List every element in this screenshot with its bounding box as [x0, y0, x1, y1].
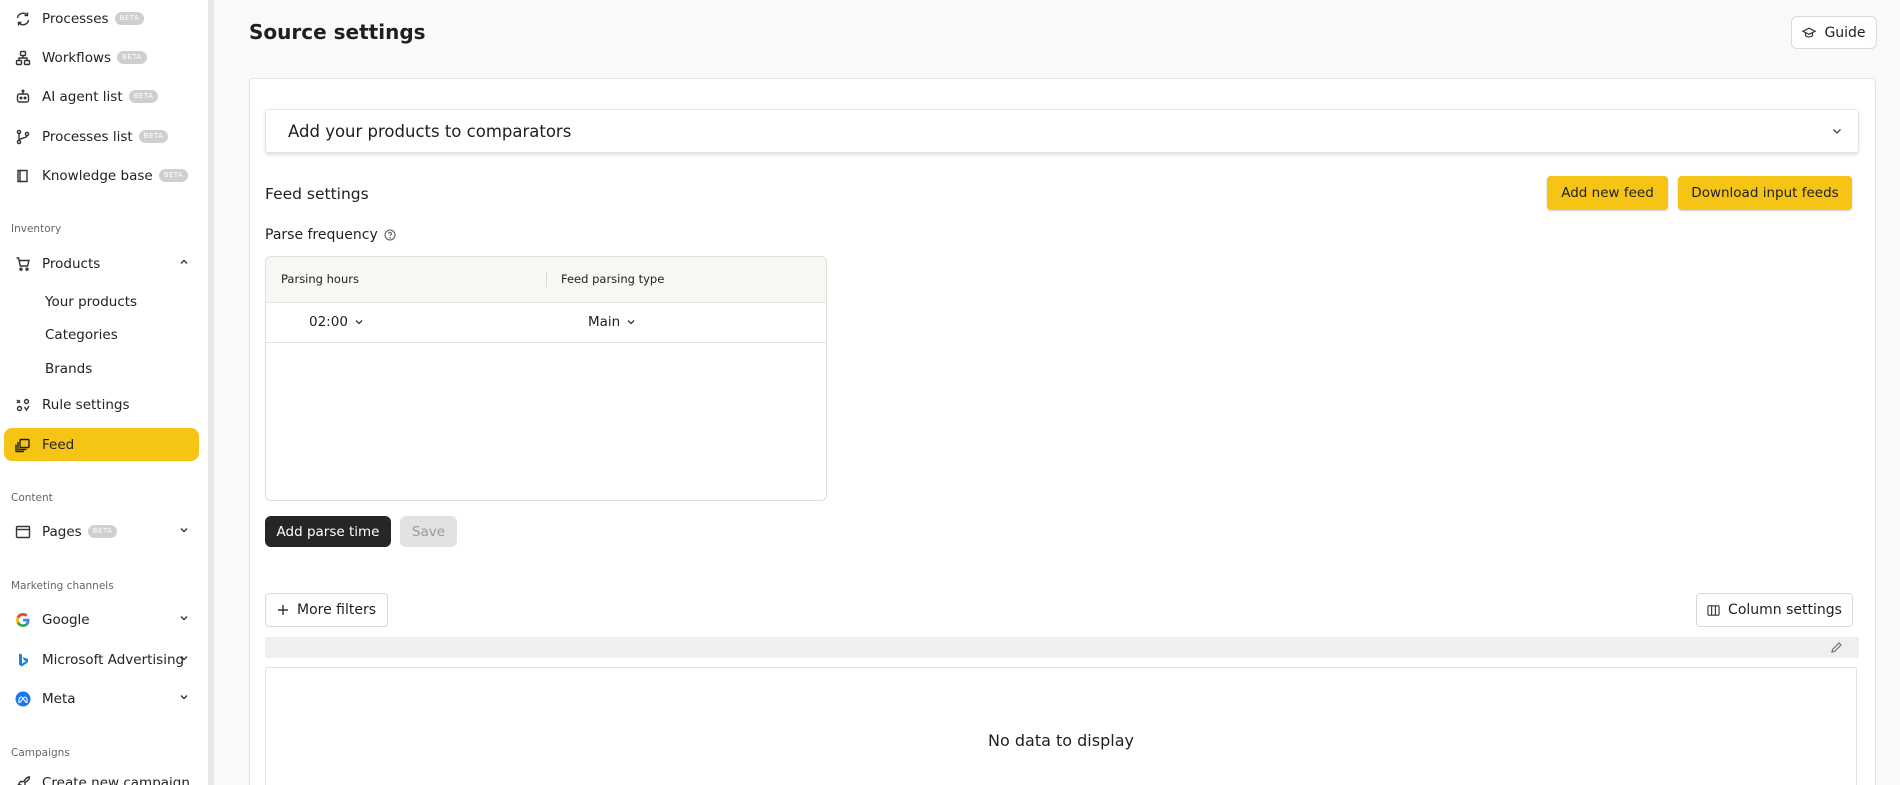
beta-badge: BETA	[138, 130, 169, 143]
beta-badge: BETA	[117, 51, 147, 64]
chevron-down-icon[interactable]	[177, 523, 191, 537]
add-parse-time-button[interactable]: Add parse time	[265, 516, 391, 547]
more-filters-button[interactable]: More filters	[265, 593, 388, 627]
sidebar-item-feed[interactable]: Feed	[4, 428, 199, 461]
sidebar-item-microsoft-advertising[interactable]: Microsoft Advertising	[4, 643, 199, 676]
sidebar-item-label: Rule settings	[42, 396, 130, 413]
grid-toolbar	[265, 637, 1859, 658]
column-divider	[546, 272, 547, 287]
sidebar-item-google[interactable]: Google	[4, 603, 199, 636]
settings-card: Add your products to comparators Feed se…	[249, 78, 1876, 785]
sidebar-item-processes-list[interactable]: Processes list BETA	[4, 120, 199, 153]
column-header-parsing-hours: Parsing hours	[281, 272, 359, 286]
chevron-down-icon	[627, 320, 635, 325]
window-icon	[14, 523, 32, 541]
sidebar-item-label: Pages	[42, 523, 82, 540]
main-content: Source settings Guide Add your products …	[214, 0, 1900, 785]
sidebar-item-processes[interactable]: Processes BETA	[4, 2, 199, 35]
parse-frequency-text: Parse frequency	[265, 227, 378, 243]
sidebar-item-label: Feed	[42, 436, 75, 453]
column-settings-label: Column settings	[1728, 602, 1842, 618]
sidebar-item-workflows[interactable]: Workflows BETA	[4, 41, 199, 74]
sidebar-item-create-new-campaign[interactable]: Create new campaign	[4, 766, 199, 785]
comparators-accordion[interactable]: Add your products to comparators	[265, 109, 1859, 153]
chevron-down-icon[interactable]	[177, 651, 191, 665]
page-title: Source settings	[249, 20, 426, 44]
feed-icon	[14, 436, 32, 454]
chevron-up-icon[interactable]	[177, 255, 191, 269]
sidebar-item-knowledge-base[interactable]: Knowledge base BETA	[4, 159, 199, 192]
sidebar-item-label: Knowledge base	[42, 167, 153, 184]
add-new-feed-button[interactable]: Add new feed	[1547, 176, 1668, 210]
sidebar-item-label: Products	[42, 255, 101, 272]
sidebar-item-rule-settings[interactable]: Rule settings	[4, 388, 199, 421]
column-header-feed-parsing-type: Feed parsing type	[561, 272, 665, 286]
section-inventory: Inventory	[11, 223, 62, 235]
parsing-hour-value: 02:00	[309, 314, 348, 330]
chevron-down-icon[interactable]	[177, 690, 191, 704]
sidebar-item-label: Create new campaign	[42, 774, 190, 785]
empty-state-message: No data to display	[988, 731, 1134, 750]
sidebar-item-label: Microsoft Advertising	[42, 651, 185, 668]
beta-badge: BETA	[114, 12, 145, 25]
sidebar: Processes BETA Workflows BETA AI agent l…	[0, 0, 211, 785]
workflow-icon	[14, 49, 32, 67]
bing-icon	[14, 651, 32, 669]
more-filters-label: More filters	[296, 602, 377, 618]
table-header: Parsing hours Feed parsing type	[266, 257, 826, 303]
sidebar-item-label: Workflows	[42, 49, 112, 66]
guide-button[interactable]: Guide	[1791, 16, 1877, 49]
robot-icon	[14, 88, 32, 106]
columns-icon	[1707, 604, 1720, 616]
table-row: 02:00 Main	[266, 303, 826, 343]
section-content: Content	[11, 492, 53, 504]
beta-badge: BETA	[158, 169, 189, 182]
download-input-feeds-button[interactable]: Download input feeds	[1678, 176, 1852, 210]
sidebar-item-meta[interactable]: Meta	[4, 682, 199, 715]
section-marketing-channels: Marketing channels	[11, 580, 114, 592]
sidebar-item-label: Processes	[42, 10, 109, 27]
chevron-down-icon	[1833, 129, 1841, 134]
feed-parsing-type-value: Main	[588, 314, 621, 330]
feed-settings-title: Feed settings	[265, 185, 369, 203]
plus-icon	[277, 605, 288, 615]
save-button[interactable]: Save	[400, 516, 457, 547]
graduation-cap-icon	[1802, 27, 1817, 38]
rule-icon	[14, 396, 32, 414]
sidebar-item-label: Meta	[42, 690, 76, 707]
guide-label: Guide	[1824, 24, 1866, 41]
section-campaigns: Campaigns	[11, 747, 70, 759]
help-icon[interactable]	[384, 229, 396, 241]
beta-badge: BETA	[128, 90, 159, 103]
book-icon	[14, 167, 32, 185]
parse-frequency-label: Parse frequency	[265, 227, 396, 243]
accordion-title: Add your products to comparators	[288, 121, 572, 141]
sidebar-item-label: Google	[42, 611, 90, 628]
sidebar-item-label: AI agent list	[42, 88, 123, 105]
sidebar-item-pages[interactable]: Pages BETA	[4, 515, 199, 548]
column-settings-button[interactable]: Column settings	[1696, 593, 1853, 627]
sidebar-subitem-categories[interactable]: Categories	[45, 327, 118, 343]
meta-icon	[14, 690, 32, 708]
data-grid: No data to display	[265, 667, 1857, 785]
sidebar-item-ai-agent-list[interactable]: AI agent list BETA	[4, 80, 199, 113]
rocket-icon	[14, 774, 32, 785]
sidebar-subitem-brands[interactable]: Brands	[45, 361, 92, 377]
sidebar-item-products[interactable]: Products	[4, 247, 199, 280]
beta-badge: BETA	[87, 525, 118, 538]
sidebar-subitem-your-products[interactable]: Your products	[45, 294, 137, 310]
parsing-hour-select[interactable]: 02:00	[309, 314, 364, 330]
google-icon	[14, 611, 32, 629]
sidebar-item-label: Processes list	[42, 128, 133, 145]
chevron-down-icon[interactable]	[177, 611, 191, 625]
pencil-icon[interactable]	[1830, 641, 1843, 654]
chevron-down-icon	[355, 320, 363, 325]
parse-frequency-table: Parsing hours Feed parsing type 02:00 Ma…	[265, 256, 827, 501]
cart-icon	[14, 255, 32, 273]
branch-icon	[14, 128, 32, 146]
refresh-icon	[14, 10, 32, 28]
feed-parsing-type-select[interactable]: Main	[588, 314, 636, 330]
